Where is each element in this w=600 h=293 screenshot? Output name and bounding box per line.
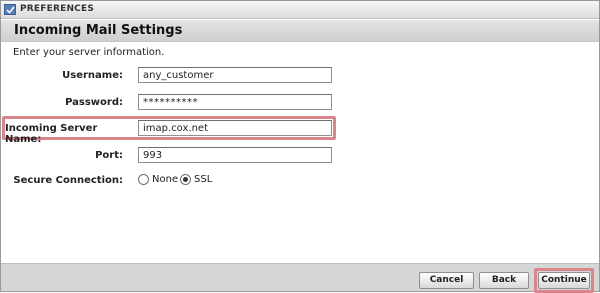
username-field[interactable] bbox=[138, 67, 332, 83]
back-button[interactable]: Back bbox=[479, 272, 529, 289]
page-title: Incoming Mail Settings bbox=[14, 23, 183, 38]
incoming-server-field[interactable] bbox=[138, 120, 332, 136]
password-field[interactable] bbox=[138, 94, 332, 110]
cancel-button[interactable]: Cancel bbox=[419, 272, 474, 289]
button-bar: Cancel Back Continue bbox=[1, 263, 599, 293]
window-title: PREFERENCES bbox=[20, 4, 95, 14]
secure-connection-label: Secure Connection: bbox=[13, 175, 123, 186]
username-label: Username: bbox=[62, 70, 123, 81]
port-field[interactable] bbox=[138, 147, 332, 163]
radio-ssl-label: SSL bbox=[194, 174, 213, 185]
preferences-window: PREFERENCES Incoming Mail Settings Enter… bbox=[0, 0, 600, 293]
incoming-server-label: Incoming Server Name: bbox=[5, 123, 98, 145]
port-label: Port: bbox=[95, 150, 123, 161]
window-titlebar: PREFERENCES bbox=[1, 1, 599, 19]
radio-none-label: None bbox=[152, 174, 179, 185]
instructions-text: Enter your server information. bbox=[13, 47, 165, 58]
preferences-checkmark-icon bbox=[4, 4, 16, 15]
radio-none[interactable] bbox=[138, 174, 149, 185]
radio-ssl[interactable] bbox=[180, 174, 191, 185]
password-label: Password: bbox=[65, 97, 123, 108]
section-header: Incoming Mail Settings bbox=[1, 20, 599, 42]
continue-button[interactable]: Continue bbox=[538, 272, 590, 289]
